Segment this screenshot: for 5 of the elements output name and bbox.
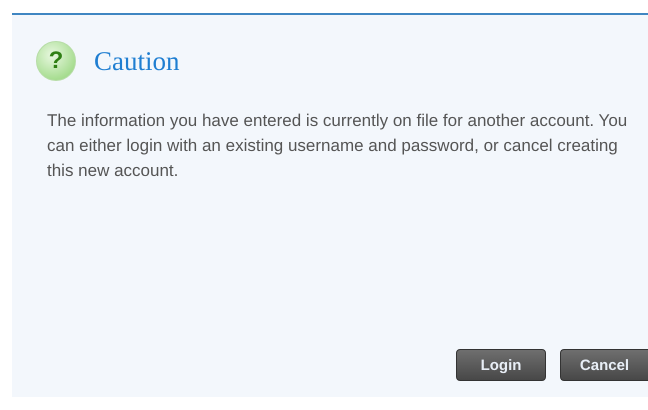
help-icon: ? (36, 41, 76, 81)
login-button[interactable]: Login (456, 349, 546, 381)
cancel-button[interactable]: Cancel (560, 349, 648, 381)
dialog-title: Caution (94, 46, 180, 76)
dialog-message: The information you have entered is currently on file for another account. You can either login with an existing username and password, or cancel creating this new account. (47, 110, 628, 182)
